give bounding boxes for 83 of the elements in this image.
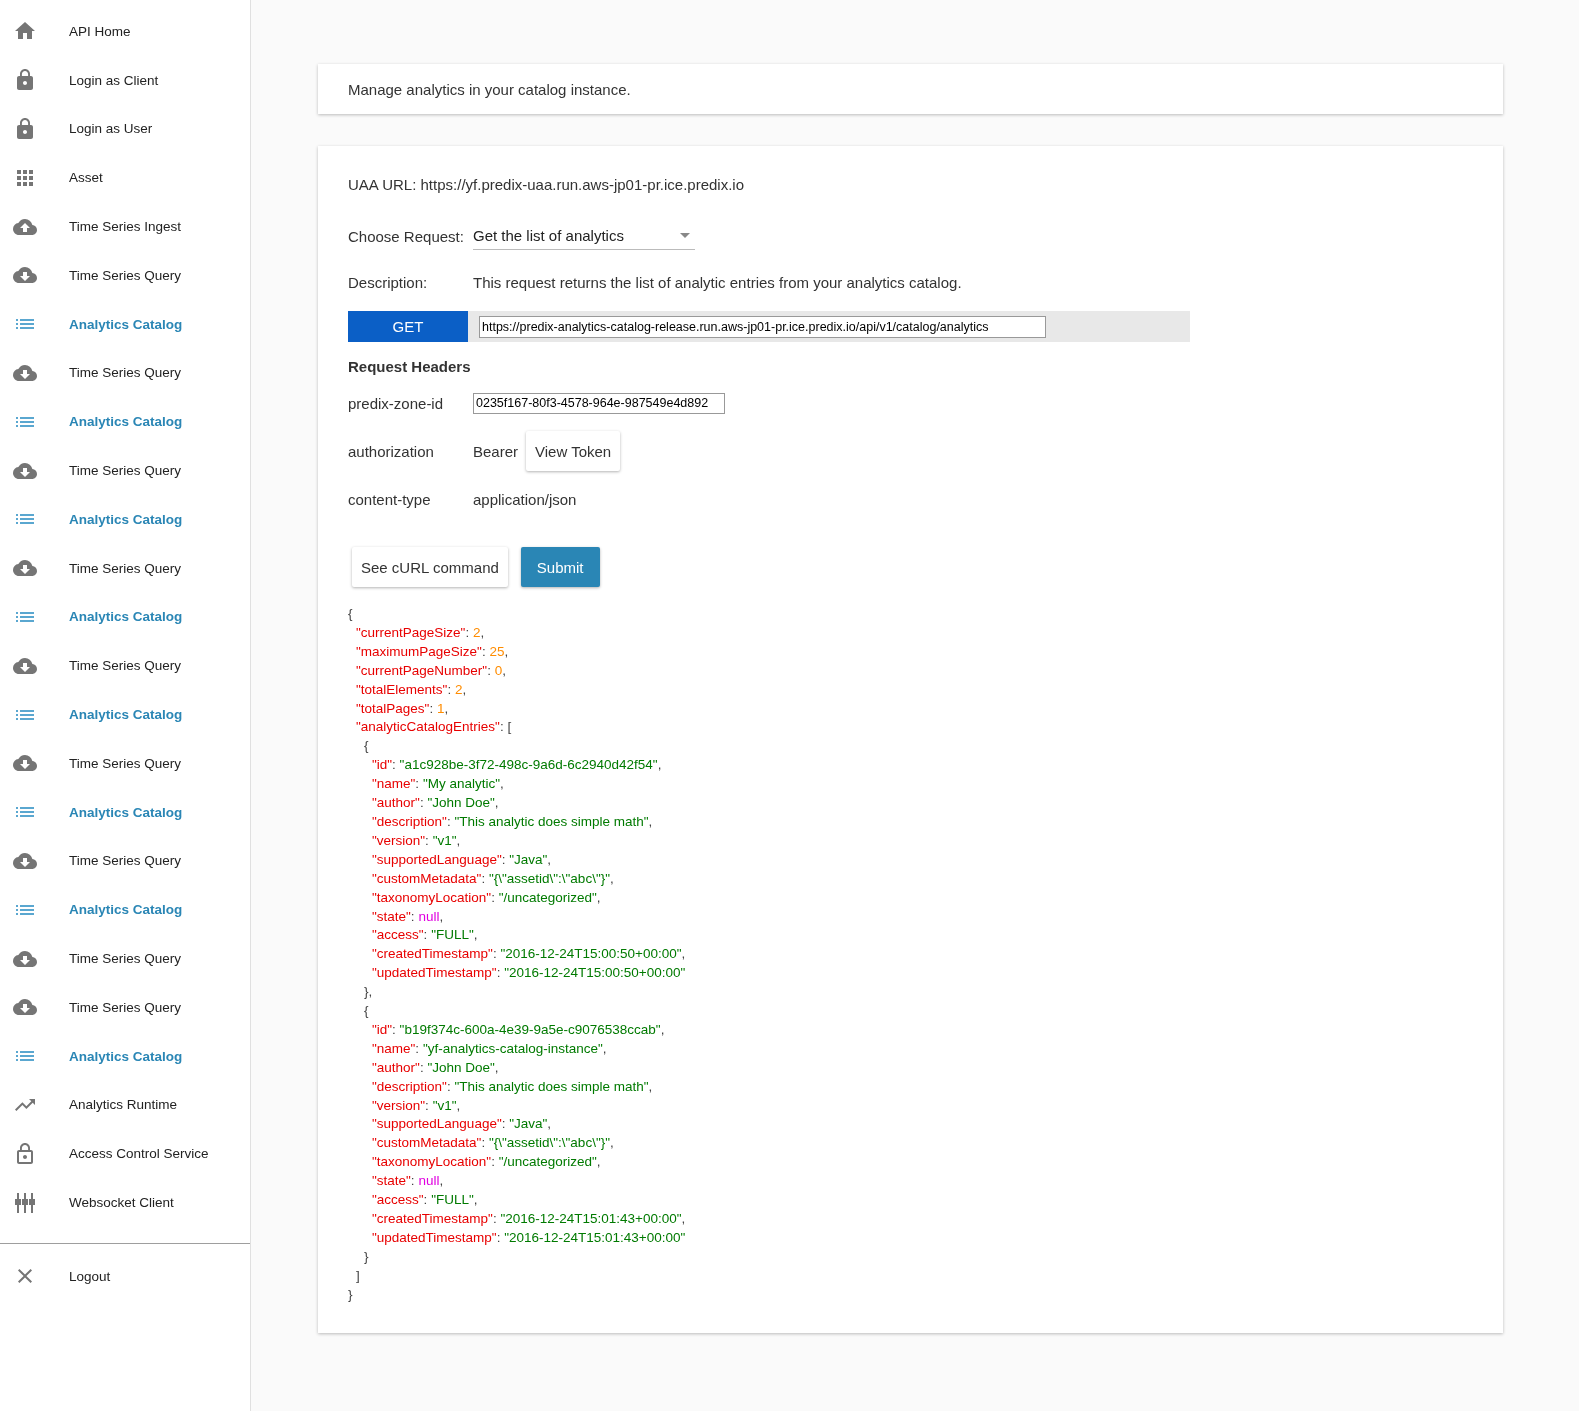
field-label: Choose Request: bbox=[348, 227, 465, 245]
code-line: "taxonomyLocation": "/uncategorized", bbox=[372, 1153, 602, 1172]
header-name: authorization bbox=[348, 442, 435, 460]
code-line: "author": "John Doe", bbox=[372, 1058, 500, 1077]
view-token-button[interactable]: View Token bbox=[526, 431, 621, 471]
sidebar-item[interactable]: Time Series Query bbox=[0, 641, 250, 691]
code-line: "updatedTimestamp": "2016-12-24T15:00:50+00:00" bbox=[372, 964, 687, 983]
sidebar-item[interactable]: Analytics Catalog bbox=[0, 299, 250, 349]
code-line: "customMetadata": "{\"assetid\":\"abc\"}", bbox=[372, 1134, 615, 1153]
sidebar-item[interactable]: Analytics Runtime bbox=[0, 1080, 250, 1130]
intro-text: Manage analytics in your catalog instance. bbox=[348, 80, 631, 98]
caret-icon bbox=[680, 233, 690, 238]
sidebar-item[interactable]: Time Series Query bbox=[0, 934, 250, 983]
code-line: "totalElements": 2, bbox=[356, 680, 468, 699]
sidebar-item[interactable]: Time Series Query bbox=[0, 982, 250, 1032]
code-line: "createdTimestamp": "2016-12-24T15:00:50+00:00", bbox=[372, 945, 687, 964]
curl-button[interactable]: See cURL command bbox=[352, 547, 508, 587]
sidebar-item[interactable]: Analytics Catalog bbox=[0, 1031, 250, 1081]
request-dropdown[interactable]: Get the list of analytics bbox=[473, 222, 695, 250]
code-line: "access": "FULL", bbox=[372, 926, 479, 945]
code-line: "version": "v1", bbox=[372, 831, 462, 850]
code-line: }, bbox=[364, 983, 374, 1002]
sidebar-item[interactable]: Time Series Query bbox=[0, 836, 250, 886]
url-field[interactable]: https://predix-analytics-catalog-release.run.aws-jp01-pr.ice.predix.io/api/v1/catalog/analytics bbox=[479, 315, 1046, 338]
sidebar-item[interactable]: Time Series Query bbox=[0, 738, 250, 788]
code-line: } bbox=[348, 1285, 354, 1304]
sidebar-item[interactable]: Login as User bbox=[0, 104, 250, 154]
header-value: Bearer bbox=[473, 442, 519, 460]
submit-button[interactable]: Submit bbox=[520, 547, 600, 587]
code-line: "supportedLanguage": "Java", bbox=[372, 850, 553, 869]
code-line: "description": "This analytic does simple math", bbox=[372, 1077, 654, 1096]
code-line: "currentPageSize": 2, bbox=[356, 623, 486, 642]
sidebar-item[interactable]: API Home bbox=[0, 7, 250, 56]
code-line: "id": "b19f374c-600a-4e39-9a5e-c9076538ccab", bbox=[372, 1020, 666, 1039]
code-line: } bbox=[364, 1247, 370, 1266]
sidebar-item[interactable]: Time Series Query bbox=[0, 251, 250, 300]
code-line: "totalPages": 1, bbox=[356, 699, 450, 718]
field-label: Description: bbox=[348, 273, 429, 291]
code-line: "customMetadata": "{\"assetid\":\"abc\"}", bbox=[372, 869, 615, 888]
code-line: "description": "This analytic does simple math", bbox=[372, 812, 654, 831]
sidebar-item[interactable]: Analytics Catalog bbox=[0, 787, 250, 837]
sidebar-item[interactable]: Analytics Catalog bbox=[0, 885, 250, 935]
sidebar-item[interactable]: Time Series Ingest bbox=[0, 202, 250, 251]
code-line: ] bbox=[356, 1266, 361, 1285]
method-button[interactable]: GET bbox=[348, 311, 468, 342]
code-line: "version": "v1", bbox=[372, 1096, 462, 1115]
sidebar-item[interactable]: Access Control Service bbox=[0, 1129, 250, 1179]
code-line: "currentPageNumber": 0, bbox=[356, 661, 507, 680]
code-line: { bbox=[348, 605, 354, 623]
sidebar-item[interactable]: Analytics Catalog bbox=[0, 690, 250, 739]
sliders-icon bbox=[13, 1190, 37, 1215]
code-line: "id": "a1c928be-3f72-498c-9a6d-6c2940d42f54", bbox=[372, 756, 663, 775]
code-line: { bbox=[364, 737, 370, 756]
code-line: "createdTimestamp": "2016-12-24T15:01:43+00:00", bbox=[372, 1210, 687, 1228]
code-line: "analyticCatalogEntries": [ bbox=[356, 718, 513, 737]
code-line: "state": null, bbox=[372, 907, 445, 926]
sidebar-item[interactable]: Time Series Query bbox=[0, 348, 250, 398]
code-line: "name": "My analytic", bbox=[372, 775, 505, 794]
header-value: application/json bbox=[473, 490, 577, 508]
code-line: "maximumPageSize": 25, bbox=[356, 642, 510, 661]
section-heading: Request Headers bbox=[348, 358, 472, 375]
code-line: "access": "FULL", bbox=[372, 1191, 479, 1210]
code-line: "supportedLanguage": "Java", bbox=[372, 1115, 553, 1134]
sidebar-item[interactable]: Analytics Catalog bbox=[0, 494, 250, 544]
code-line: "updatedTimestamp": "2016-12-24T15:01:43+00:00" bbox=[372, 1228, 687, 1247]
sidebar-item[interactable]: Logout bbox=[0, 1251, 250, 1301]
uaa-url-text: UAA URL: https://yf.predix-uaa.run.aws-jp01-pr.ice.predix.io bbox=[348, 176, 745, 193]
code-line: "state": null, bbox=[372, 1172, 445, 1191]
sidebar-item[interactable]: Time Series Query bbox=[0, 446, 250, 495]
sidebar-item[interactable]: Time Series Query bbox=[0, 543, 250, 593]
description-text: This request returns the list of analytic entries from your analytics catalog. bbox=[473, 273, 962, 291]
code-line: "name": "yf-analytics-catalog-instance", bbox=[372, 1039, 608, 1058]
sidebar-item[interactable]: Asset bbox=[0, 153, 250, 203]
code-line: { bbox=[364, 1002, 370, 1021]
header-name: predix-zone-id bbox=[348, 394, 445, 412]
sidebar-item[interactable]: Analytics Catalog bbox=[0, 592, 250, 642]
sidebar-item[interactable]: Analytics Catalog bbox=[0, 397, 250, 447]
code-line: "author": "John Doe", bbox=[372, 794, 500, 813]
header-value-field[interactable]: 0235f167-80f3-4578-964e-987549e4d892 bbox=[473, 392, 725, 414]
sidebar-item[interactable]: Login as Client bbox=[0, 55, 250, 105]
sidebar-item[interactable]: Websocket Client bbox=[0, 1178, 250, 1227]
code-line: "taxonomyLocation": "/uncategorized", bbox=[372, 888, 602, 907]
header-name: content-type bbox=[348, 490, 432, 508]
